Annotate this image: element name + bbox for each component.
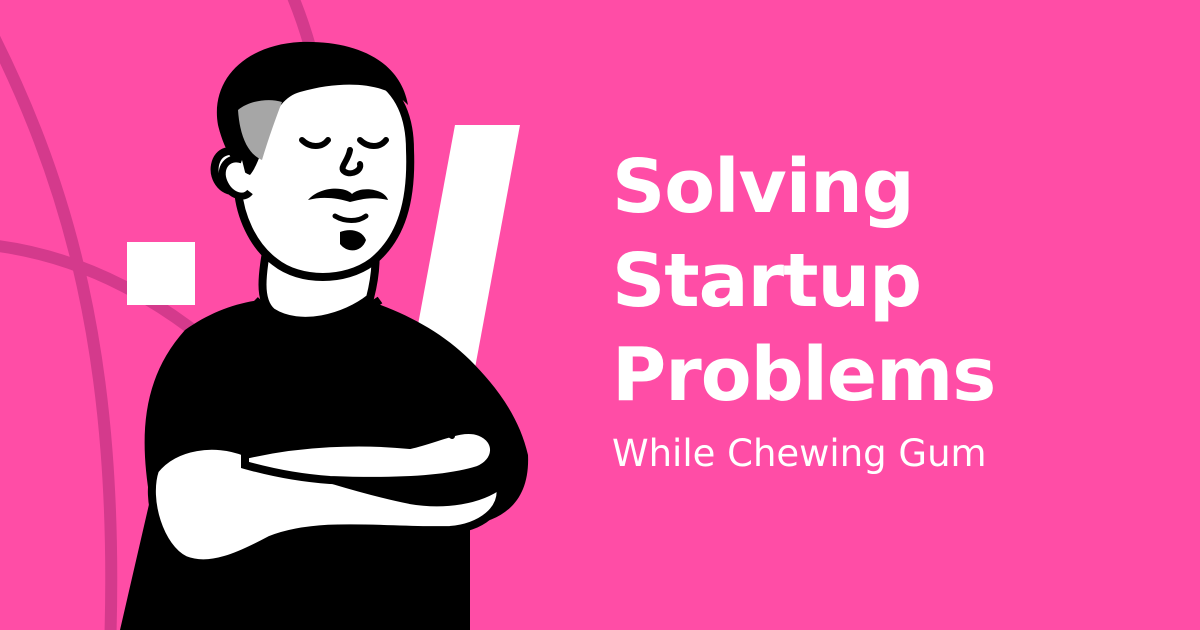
headline-line-3: Problems: [612, 332, 996, 418]
headline-block: Solving Startup Problems While Chewing G…: [612, 140, 1172, 476]
headline-line-1: Solving: [612, 144, 915, 230]
headline-line-2: Startup: [612, 238, 922, 324]
headline-subtitle: While Chewing Gum: [612, 432, 987, 475]
hero-banner: Solving Startup Problems While Chewing G…: [0, 0, 1200, 630]
